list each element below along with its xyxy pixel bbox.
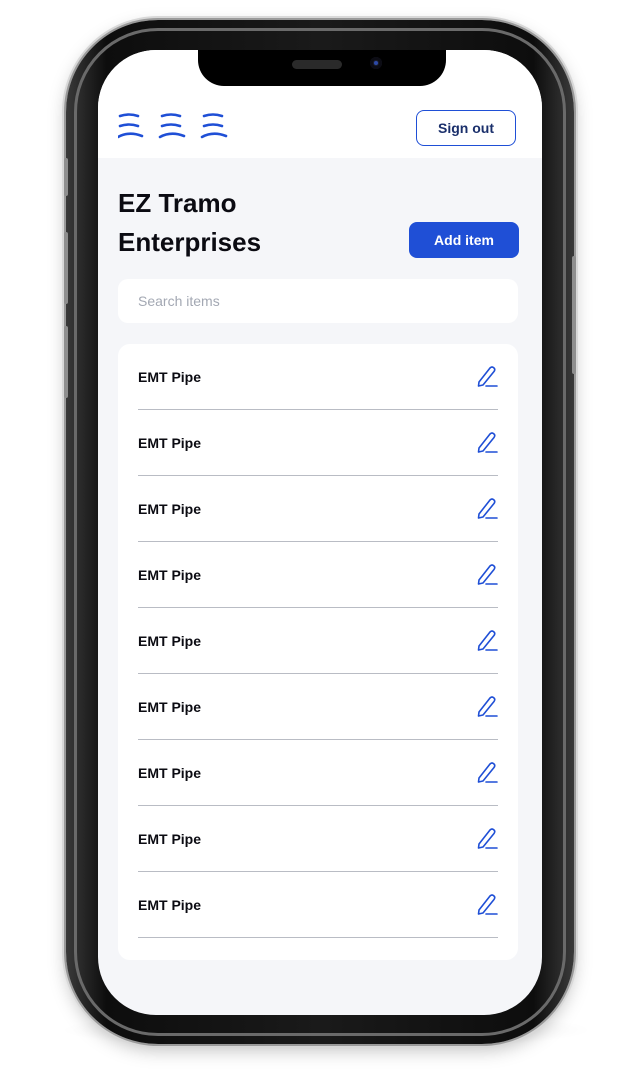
- pencil-edit-icon[interactable]: [476, 760, 498, 784]
- pencil-edit-icon[interactable]: [476, 628, 498, 652]
- company-title: EZ Tramo Enterprises: [118, 188, 262, 257]
- pencil-edit-icon[interactable]: [476, 826, 498, 850]
- list-item[interactable]: EMT Pipe: [138, 344, 498, 410]
- search-box[interactable]: [118, 279, 518, 323]
- items-list: EMT Pipe EMT Pipe EMT Pipe EMT Pipe EMT …: [118, 344, 518, 960]
- app-screen: Sign out EZ Tramo Enterprises Add item E…: [98, 50, 542, 1015]
- list-item[interactable]: EMT Pipe: [138, 674, 498, 740]
- list-item[interactable]: EMT Pipe: [138, 740, 498, 806]
- volume-down-button: [64, 326, 68, 398]
- item-label: EMT Pipe: [138, 765, 202, 781]
- item-label: EMT Pipe: [138, 831, 202, 847]
- list-item[interactable]: EMT Pipe: [138, 872, 498, 938]
- pencil-edit-icon[interactable]: [476, 694, 498, 718]
- list-item[interactable]: EMT Pipe: [138, 608, 498, 674]
- list-item[interactable]: EMT Pipe: [138, 806, 498, 872]
- list-item[interactable]: EMT Pipe: [138, 410, 498, 476]
- item-label: EMT Pipe: [138, 897, 202, 913]
- item-label: EMT Pipe: [138, 369, 202, 385]
- item-label: EMT Pipe: [138, 633, 202, 649]
- list-item[interactable]: EMT Pipe: [138, 542, 498, 608]
- silent-switch: [64, 158, 68, 196]
- item-label: EMT Pipe: [138, 699, 202, 715]
- speaker-grille: [292, 60, 342, 69]
- search-input[interactable]: [118, 279, 498, 323]
- item-label: EMT Pipe: [138, 567, 202, 583]
- pencil-edit-icon[interactable]: [476, 430, 498, 454]
- pencil-edit-icon[interactable]: [476, 364, 498, 388]
- front-camera-icon: [370, 57, 382, 69]
- item-label: EMT Pipe: [138, 435, 202, 451]
- list-item[interactable]: EMT Pipe: [138, 476, 498, 542]
- power-button: [572, 256, 576, 374]
- volume-up-button: [64, 232, 68, 304]
- waves-logo-icon[interactable]: [118, 110, 242, 144]
- item-label: EMT Pipe: [138, 501, 202, 517]
- pencil-edit-icon[interactable]: [476, 892, 498, 916]
- pencil-edit-icon[interactable]: [476, 562, 498, 586]
- pencil-edit-icon[interactable]: [476, 496, 498, 520]
- notch: [198, 50, 446, 86]
- sign-out-button[interactable]: Sign out: [416, 110, 516, 146]
- add-item-button[interactable]: Add item: [409, 222, 519, 258]
